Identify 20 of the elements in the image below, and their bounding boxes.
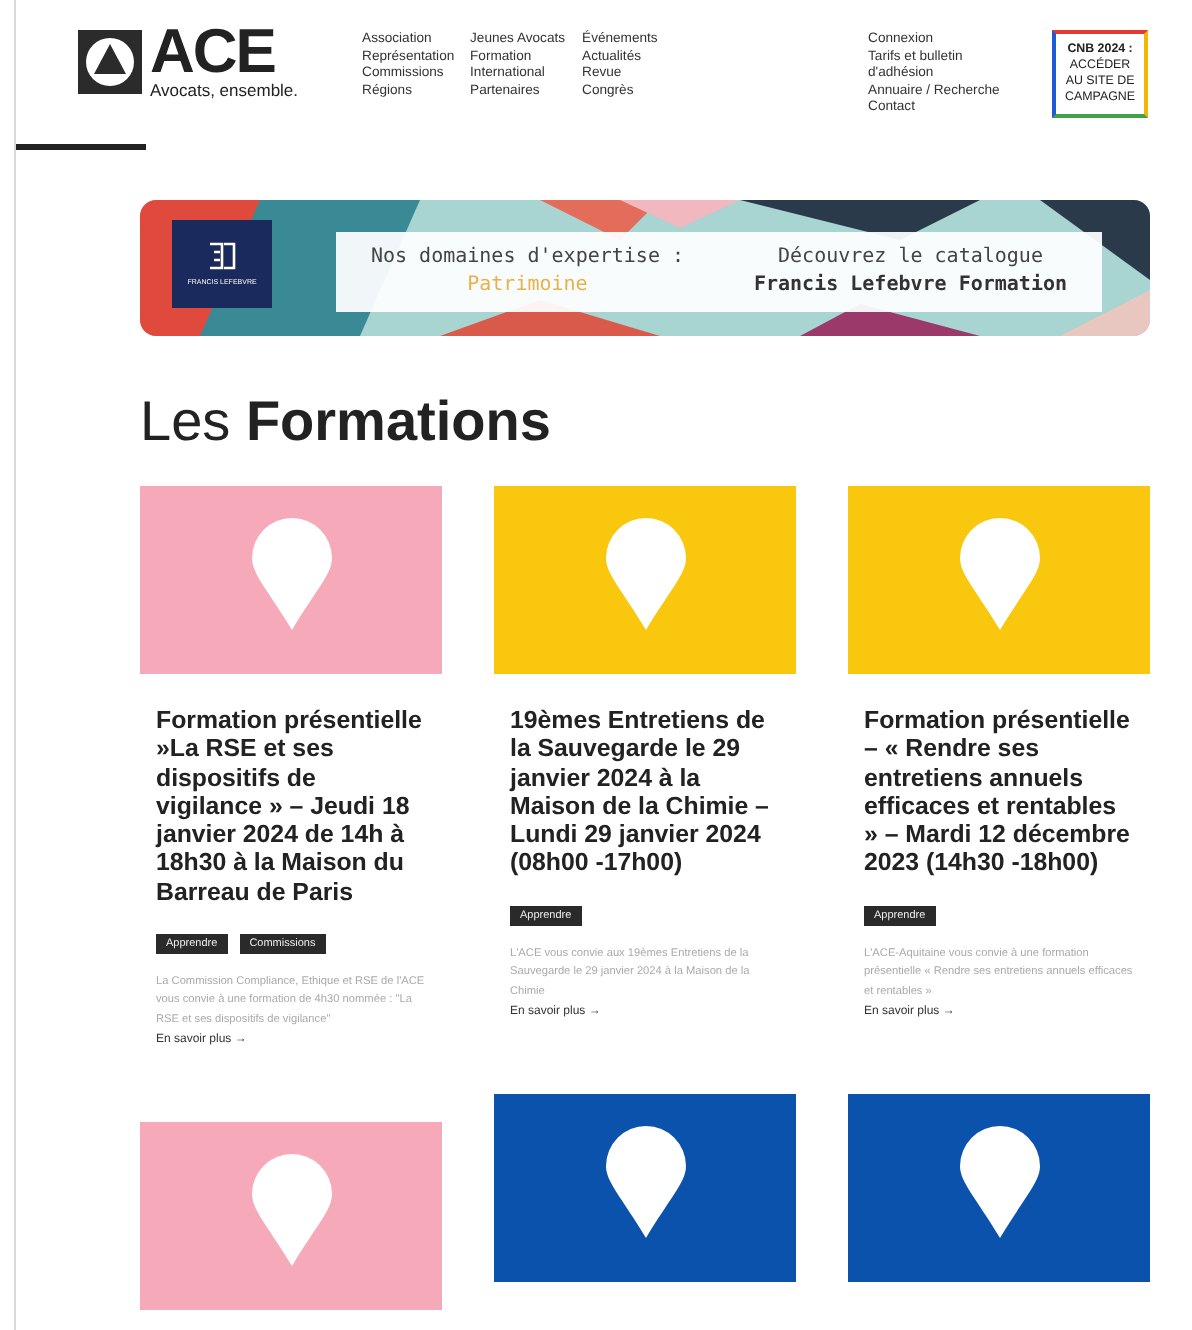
card-title[interactable]: 19èmes Entretiens de la Sauvegarde le 29 janvier 2024 à la Maison de la Chimie – Lundi 29 janvier 2024 (08h00 -17h00) — [510, 706, 780, 878]
banner-text: Découvrez le catalogue — [776, 244, 1045, 272]
map-pin-icon — [959, 1126, 1039, 1238]
card-title[interactable]: Formation présentielle »La RSE et ses dispositifs de vigilance » – Jeudi 18 janvier 2024 de 14h à 18h30 à la Maison du Barreau de Paris — [156, 706, 426, 907]
card-image[interactable] — [848, 1094, 1150, 1282]
map-pin-icon — [959, 518, 1039, 630]
banner-highlight: Patrimoine — [465, 272, 590, 300]
logo-tagline: Avocats, ensemble. — [150, 80, 299, 100]
map-pin-icon — [605, 1126, 685, 1238]
logo-name: ACE — [150, 24, 275, 80]
section-title: Les Formations — [140, 388, 553, 456]
map-pin-icon — [251, 518, 331, 630]
banner-text: Nos domaines d'expertise : — [370, 244, 685, 272]
logo-icon[interactable] — [78, 30, 142, 94]
logo-icon — [208, 242, 236, 270]
card-title[interactable]: Formation présentielle – « Rendre ses entretiens annuels efficaces et rentables » – Mardi 12 décembre 2023 (14h30 -18h00) — [864, 706, 1134, 878]
map-pin-icon — [605, 518, 685, 630]
banner-text: Francis Lefebvre Formation — [753, 272, 1068, 300]
card-image[interactable] — [494, 1094, 796, 1282]
map-pin-icon — [251, 1154, 331, 1267]
